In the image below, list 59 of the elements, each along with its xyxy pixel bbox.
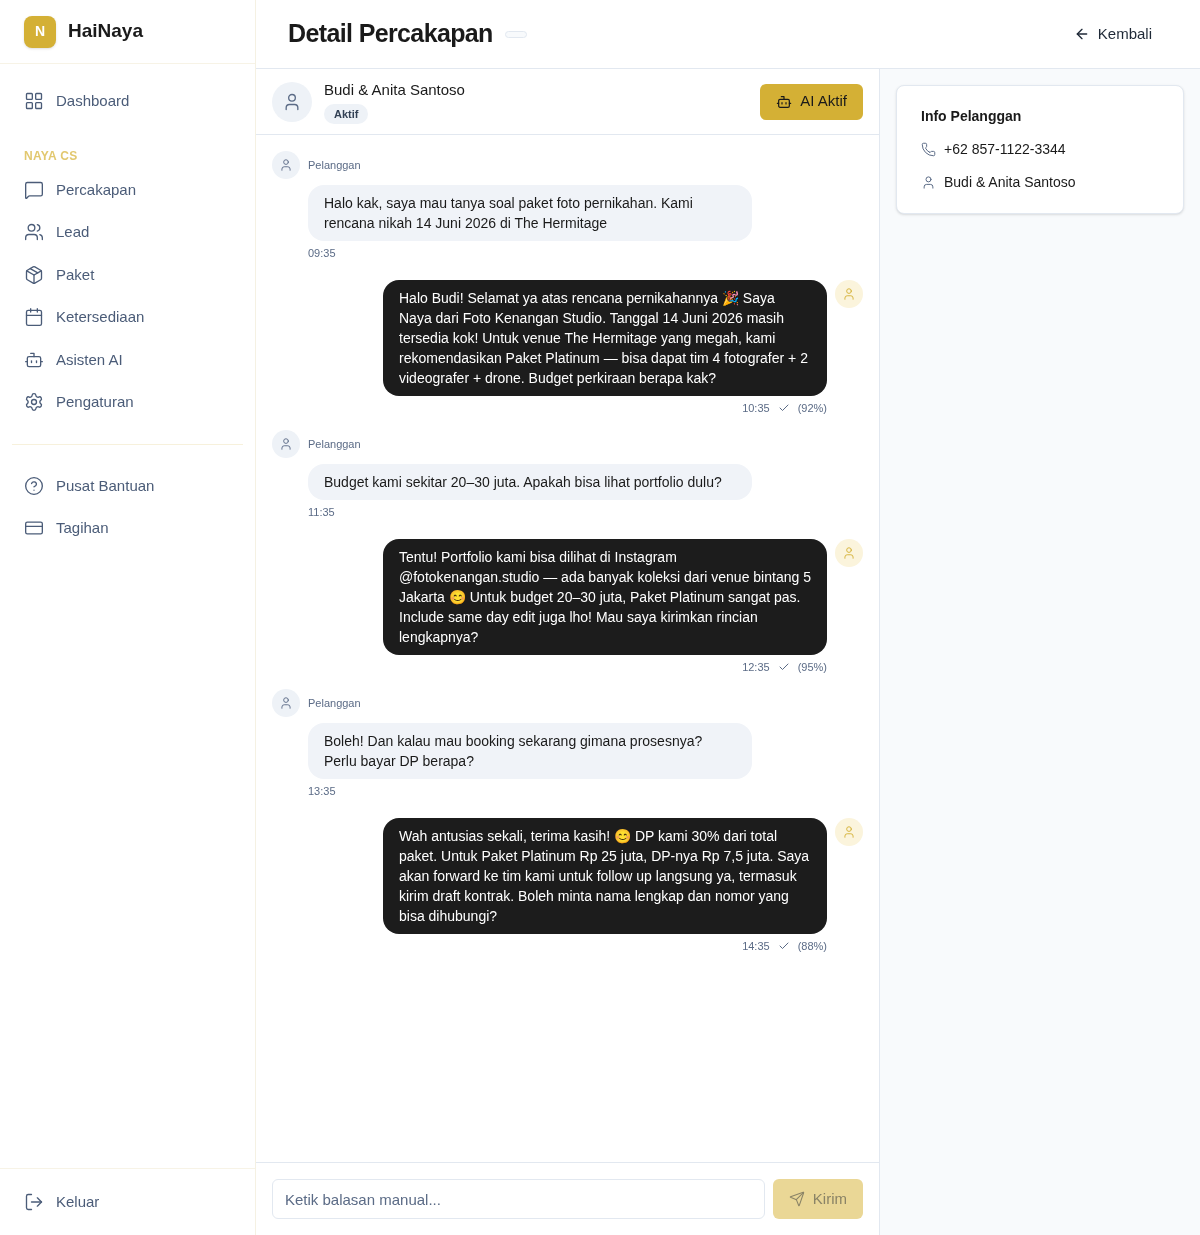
send-icon <box>788 1191 805 1207</box>
brand-name: HaiNaya <box>68 19 143 44</box>
ai-avatar <box>835 817 863 846</box>
ai-message: Wah antusias sekali, terima kasih! 😊 DP kami 30% dari total paket. Untuk Paket Platinum Rp 25 juta, DP-nya Rp 7,5 juta. Saya akan forward ke tim kami untuk follow up langsung ya, termasuk kirim draft kontrak. Boleh minta nama lengkap dan nomor yang bisa dihubungi? <box>383 817 827 934</box>
customer-message: Halo kak, saya mau tanya soal paket foto pernikahan. Kami rencana nikah 14 Juni 2026 di The Hermitage <box>308 185 752 241</box>
ai-avatar <box>835 279 863 308</box>
robot-icon <box>776 93 793 110</box>
ai-message: Halo Budi! Selamat ya atas rencana pernikahannya 🎉 Saya Naya dari Foto Kenangan Studio. Tanggal 14 Juni 2026 masih tersedia kok! Untuk venue The Hermitage yang megah, kami rekomendasikan Paket Platinum — bisa dapat tim 4 fotografer + 2 videografer + drone. Budget perkiraan berapa kak? <box>383 279 827 396</box>
sidebar-item[interactable]: Paket <box>0 253 255 296</box>
sender-label: Pelanggan <box>308 436 361 452</box>
message-time: 09:35 <box>308 246 337 261</box>
ai-toggle-button[interactable]: AI Aktif <box>760 83 863 120</box>
sender-label: Pelanggan <box>308 157 361 173</box>
ai-message: Tentu! Portfolio kami bisa dilihat di Instagram @fotokenangan.studio — ada banyak koleksi dari venue bintang 5 Jakarta 😊 Untuk budget 20–30 juta, Paket Platinum sangat pas. Include same day edit juga lho! Mau saya kirimkan rincian lengkapnya? <box>383 538 827 655</box>
dashboard-icon <box>24 91 44 112</box>
customer-name: Budi & Anita Santoso <box>944 173 1076 192</box>
confidence-score: (92%) <box>797 400 827 416</box>
box-icon <box>24 264 44 285</box>
message-time: 11:35 <box>308 505 336 520</box>
message-time: 13:35 <box>308 784 337 799</box>
phone-icon <box>921 142 936 157</box>
section-label: NAYA CS <box>23 147 79 165</box>
contact-name: Budi & Anita Santoso <box>324 80 465 100</box>
help-icon <box>24 475 44 496</box>
customer-message: Boleh! Dan kalau mau booking sekarang gimana prosesnya? Perlu bayar DP berapa? <box>308 723 752 779</box>
customer-avatar <box>272 151 300 179</box>
sidebar-item[interactable]: Percakapan <box>0 168 255 211</box>
confidence-score: (95%) <box>797 659 827 675</box>
sidebar-item[interactable]: Tagihan <box>0 507 255 550</box>
user-icon <box>921 175 936 190</box>
sidebar-item[interactable]: Ketersediaan <box>0 296 255 339</box>
sidebar-item[interactable]: Lead <box>0 211 255 254</box>
sender-label: Pelanggan <box>308 695 361 711</box>
logout-icon <box>24 1191 44 1212</box>
calendar-icon <box>24 307 44 328</box>
ai-avatar <box>835 538 863 567</box>
page-title: Detail Percakapan <box>288 18 493 50</box>
sidebar-item[interactable]: Pusat Bantuan <box>0 464 255 507</box>
logout-button[interactable]: Keluar <box>0 1180 124 1223</box>
confidence-score: (88%) <box>797 938 827 954</box>
logo-badge: N <box>24 15 56 48</box>
back-button[interactable]: Kembali <box>1061 14 1164 54</box>
sidebar-item[interactable]: Asisten AI <box>0 338 255 381</box>
sidebar-item[interactable]: Pengaturan <box>0 381 255 424</box>
settings-icon <box>24 392 44 413</box>
customer-avatar <box>272 430 300 458</box>
customer-message: Budget kami sekitar 20–30 juta. Apakah bisa lihat portfolio dulu? <box>308 464 752 500</box>
phone-number: +62 857-1122-3344 <box>944 140 1066 159</box>
status-badge: Aktif <box>324 103 369 124</box>
message-time: 10:35 <box>742 400 770 416</box>
title-pill <box>504 30 527 38</box>
contact-avatar <box>272 81 312 122</box>
users-icon <box>24 222 44 243</box>
message-time: 12:35 <box>742 659 770 675</box>
chat-bubble-icon <box>24 179 44 200</box>
sidebar-item[interactable]: Dashboard <box>0 80 255 123</box>
customer-avatar <box>272 689 300 717</box>
message-time: 14:35 <box>742 938 770 954</box>
card-title: Info Pelanggan <box>921 107 1023 126</box>
